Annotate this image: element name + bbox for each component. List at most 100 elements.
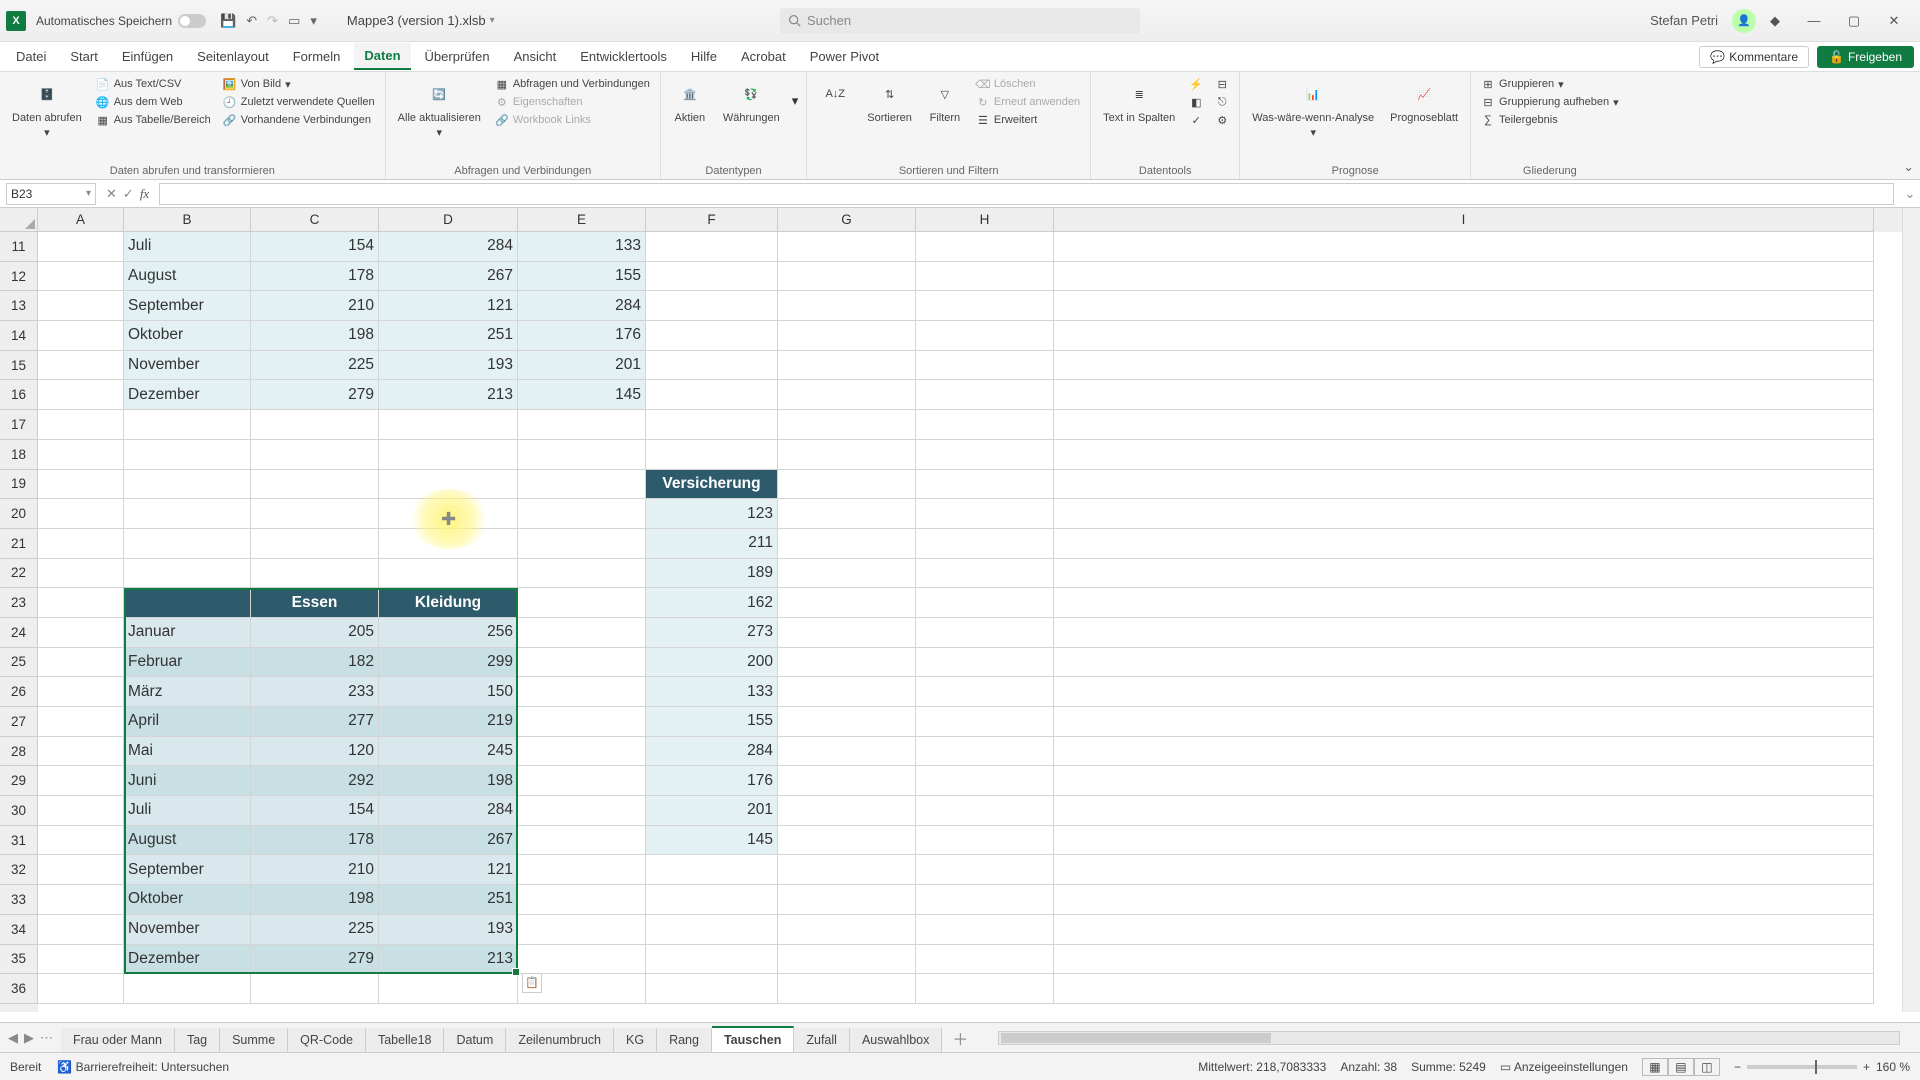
row-header-20[interactable]: 20 — [0, 499, 38, 529]
cell[interactable] — [916, 529, 1054, 559]
von-bild-button[interactable]: 🖼️Von Bild▾ — [221, 76, 377, 92]
cell[interactable]: 154 — [251, 796, 379, 826]
teilergebnis-button[interactable]: ∑Teilergebnis — [1479, 112, 1621, 128]
daten-abrufen-button[interactable]: 🗄️ Daten abrufen▾ — [8, 76, 86, 141]
cell[interactable] — [916, 588, 1054, 618]
cancel-icon[interactable]: ✕ — [106, 186, 117, 202]
cell[interactable] — [778, 351, 916, 381]
cell[interactable] — [778, 766, 916, 796]
cell[interactable]: 182 — [251, 648, 379, 678]
cell[interactable]: 155 — [646, 707, 778, 737]
cell[interactable] — [1054, 648, 1874, 678]
cell[interactable] — [646, 262, 778, 292]
col-header-C[interactable]: C — [251, 208, 379, 232]
cell[interactable]: Februar — [124, 648, 251, 678]
cell[interactable]: 292 — [251, 766, 379, 796]
cell[interactable] — [379, 470, 518, 500]
status-access[interactable]: ♿ Barrierefreiheit: Untersuchen — [57, 1060, 229, 1074]
tab-ansicht[interactable]: Ansicht — [504, 44, 567, 69]
cell[interactable] — [778, 232, 916, 262]
cell[interactable]: Oktober — [124, 321, 251, 351]
cell[interactable] — [778, 559, 916, 589]
cell[interactable]: 205 — [251, 618, 379, 648]
cell[interactable]: 279 — [251, 380, 379, 410]
alle-aktualisieren-button[interactable]: 🔄 Alle aktualisieren▾ — [394, 76, 485, 141]
cell[interactable] — [916, 351, 1054, 381]
col-header-F[interactable]: F — [646, 208, 778, 232]
cell[interactable] — [916, 262, 1054, 292]
cell[interactable] — [1054, 974, 1874, 1004]
cell[interactable] — [646, 885, 778, 915]
aus-text-csv-button[interactable]: 📄Aus Text/CSV — [94, 76, 213, 92]
formula-expand-icon[interactable]: ⌄ — [1900, 186, 1920, 202]
cell[interactable]: August — [124, 826, 251, 856]
cell[interactable] — [1054, 796, 1874, 826]
cell[interactable] — [778, 707, 916, 737]
sheet-tab[interactable]: Tauschen — [712, 1026, 794, 1052]
cell[interactable] — [1054, 321, 1874, 351]
cell[interactable]: 273 — [646, 618, 778, 648]
cell[interactable]: 200 — [646, 648, 778, 678]
cell[interactable] — [778, 826, 916, 856]
user-name[interactable]: Stefan Petri — [1650, 13, 1718, 28]
name-box[interactable]: B23 ▾ — [6, 183, 96, 205]
cell[interactable]: 193 — [379, 915, 518, 945]
cell[interactable] — [251, 974, 379, 1004]
name-box-dropdown-icon[interactable]: ▾ — [86, 188, 91, 199]
cell[interactable]: 284 — [646, 737, 778, 767]
tab-datei[interactable]: Datei — [6, 44, 56, 69]
cell[interactable]: 176 — [646, 766, 778, 796]
zuletzt-quellen-button[interactable]: 🕘Zuletzt verwendete Quellen — [221, 94, 377, 110]
sheet-tab[interactable]: Frau oder Mann — [61, 1028, 175, 1052]
tab-daten[interactable]: Daten — [354, 43, 410, 70]
view-normal[interactable]: ▦ — [1642, 1058, 1668, 1076]
az-button[interactable]: A↓Z — [815, 76, 855, 128]
cell[interactable] — [646, 291, 778, 321]
tool5[interactable]: ⎋ — [1213, 94, 1231, 110]
cell[interactable] — [38, 291, 124, 321]
cell[interactable] — [38, 262, 124, 292]
cell[interactable] — [379, 974, 518, 1004]
cell[interactable] — [646, 410, 778, 440]
cell[interactable] — [778, 380, 916, 410]
row-header-26[interactable]: 26 — [0, 677, 38, 707]
cell[interactable] — [778, 470, 916, 500]
cell[interactable] — [38, 915, 124, 945]
cell[interactable] — [251, 559, 379, 589]
cell[interactable]: 145 — [518, 380, 646, 410]
cell[interactable] — [518, 529, 646, 559]
cell[interactable] — [38, 648, 124, 678]
cell[interactable]: 154 — [251, 232, 379, 262]
sheet-tab[interactable]: Auswahlbox — [850, 1028, 942, 1052]
row-header-32[interactable]: 32 — [0, 855, 38, 885]
cell[interactable] — [778, 618, 916, 648]
cell[interactable] — [916, 648, 1054, 678]
cell[interactable] — [778, 588, 916, 618]
cell[interactable] — [379, 499, 518, 529]
row-header-30[interactable]: 30 — [0, 796, 38, 826]
cell[interactable] — [1054, 351, 1874, 381]
cell[interactable] — [124, 974, 251, 1004]
cell[interactable]: 120 — [251, 737, 379, 767]
cell[interactable] — [251, 410, 379, 440]
cell[interactable]: 198 — [251, 321, 379, 351]
cell[interactable]: 245 — [379, 737, 518, 767]
paste-options-button[interactable]: 📋 — [522, 973, 542, 993]
tool2[interactable]: ◧ — [1187, 94, 1205, 110]
cell[interactable] — [778, 677, 916, 707]
cell[interactable] — [778, 499, 916, 529]
cell[interactable]: 267 — [379, 262, 518, 292]
zoom-in-icon[interactable]: + — [1863, 1060, 1870, 1074]
cell[interactable]: 225 — [251, 351, 379, 381]
cell[interactable]: 284 — [379, 232, 518, 262]
cell[interactable]: 176 — [518, 321, 646, 351]
sheet-prev-icon[interactable]: ◀ — [8, 1030, 18, 1046]
cell[interactable] — [518, 618, 646, 648]
filtern-button[interactable]: ▽Filtern — [924, 76, 966, 128]
cell[interactable] — [916, 885, 1054, 915]
cell[interactable] — [916, 410, 1054, 440]
cell[interactable] — [38, 945, 124, 975]
tab-entwicklertools[interactable]: Entwicklertools — [570, 44, 677, 69]
cell[interactable] — [916, 945, 1054, 975]
autosave-toggle[interactable]: Automatisches Speichern — [36, 14, 206, 28]
